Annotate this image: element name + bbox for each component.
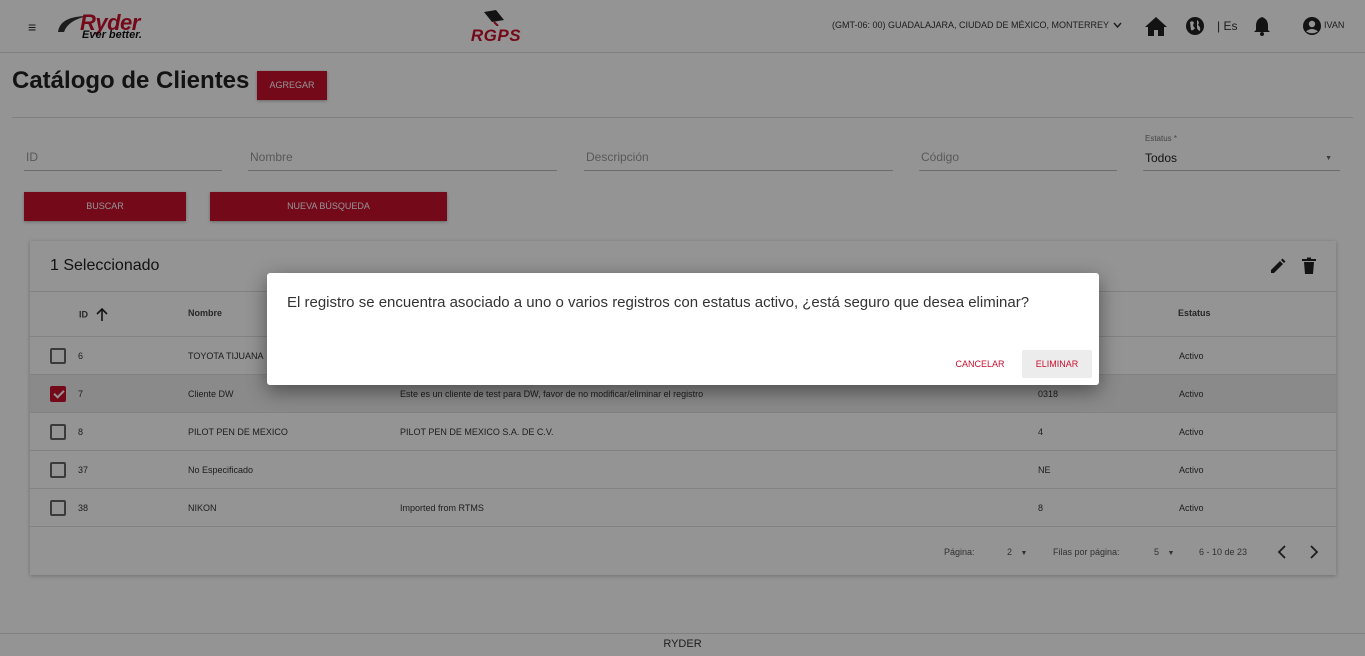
confirm-delete-dialog: El registro se encuentra asociado a uno … [267,273,1099,385]
cancel-button[interactable]: CANCELAR [949,350,1011,378]
dialog-message: El registro se encuentra asociado a uno … [287,294,1030,311]
confirm-delete-button[interactable]: ELIMINAR [1022,350,1092,378]
